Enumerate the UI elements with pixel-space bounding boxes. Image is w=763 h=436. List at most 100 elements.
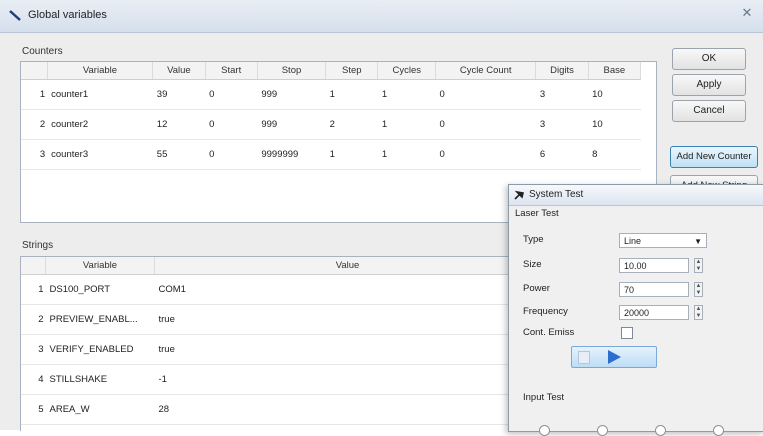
- column-header[interactable]: Step: [325, 62, 379, 80]
- type-select[interactable]: Line ▼: [619, 233, 707, 248]
- cell[interactable]: 0: [205, 139, 258, 170]
- input-indicator-2: [597, 425, 608, 436]
- pin-icon: [514, 190, 524, 200]
- strings-grid[interactable]: Variable Value 1 DS100_PORT COM1 2 PREVI…: [20, 256, 542, 431]
- cell[interactable]: 1: [377, 79, 436, 110]
- row-number: 1: [21, 79, 48, 110]
- cell[interactable]: 0: [205, 79, 258, 110]
- table-row[interactable]: 5 AREA_W 28: [21, 394, 541, 425]
- cell[interactable]: 6: [535, 139, 589, 170]
- power-input[interactable]: 70: [619, 282, 689, 297]
- power-spin-icon[interactable]: ▲ ▼: [694, 282, 703, 297]
- input-indicator-1: [539, 425, 550, 436]
- type-label: Type: [523, 234, 544, 245]
- close-icon[interactable]: ✕: [736, 4, 758, 22]
- window-title: Global variables: [28, 9, 107, 21]
- cell[interactable]: 1: [377, 139, 436, 170]
- row-number: 5: [21, 394, 46, 425]
- cell[interactable]: 3: [535, 109, 589, 140]
- add-new-counter-button[interactable]: Add New Counter: [670, 146, 758, 168]
- cell[interactable]: 0: [205, 109, 258, 140]
- cell[interactable]: counter1: [47, 79, 153, 110]
- system-test-dialog: System Test Laser Test Type Line ▼ Size …: [508, 184, 763, 436]
- cell[interactable]: true: [154, 304, 541, 335]
- column-header[interactable]: Digits: [535, 62, 589, 80]
- cell[interactable]: 3: [535, 79, 589, 110]
- frequency-label: Frequency: [523, 306, 568, 317]
- cell[interactable]: 55: [152, 139, 206, 170]
- cancel-button[interactable]: Cancel: [672, 100, 746, 122]
- app-icon: [9, 10, 21, 21]
- row-number: 4: [21, 364, 46, 395]
- frequency-spin-icon[interactable]: ▲ ▼: [694, 305, 703, 320]
- cell[interactable]: 1: [325, 139, 378, 170]
- cell[interactable]: COM1: [154, 274, 541, 305]
- cell[interactable]: STILLSHAKE: [45, 364, 155, 395]
- column-header[interactable]: Value: [154, 257, 541, 275]
- table-row[interactable]: 1 DS100_PORT COM1: [21, 274, 541, 305]
- table-row[interactable]: 1 counter1 39 0 999 1 1 0 3 10: [21, 79, 641, 110]
- column-header[interactable]: Stop: [257, 62, 327, 80]
- column-header[interactable]: Variable: [45, 257, 155, 275]
- cell[interactable]: 999: [257, 109, 326, 140]
- strings-table: Variable Value 1 DS100_PORT COM1 2 PREVI…: [21, 257, 541, 425]
- strings-label: Strings: [22, 240, 54, 251]
- table-row[interactable]: 2 PREVIEW_ENABL... true: [21, 304, 541, 335]
- row-number: 3: [21, 139, 48, 170]
- input-indicator-3: [655, 425, 666, 436]
- cont-emiss-checkbox[interactable]: [621, 327, 633, 339]
- cell[interactable]: 12: [152, 109, 206, 140]
- table-row[interactable]: 3 VERIFY_ENABLED true: [21, 334, 541, 365]
- chevron-down-icon: ▼: [694, 237, 702, 246]
- column-header[interactable]: Start: [205, 62, 258, 80]
- column-header[interactable]: Cycles: [377, 62, 437, 80]
- cell[interactable]: 9999999: [257, 139, 326, 170]
- frequency-input[interactable]: 20000: [619, 305, 689, 320]
- cell[interactable]: counter3: [47, 139, 153, 170]
- cell[interactable]: AREA_W: [45, 394, 155, 425]
- input-test-group-label: Input Test: [523, 392, 565, 403]
- cell[interactable]: counter2: [47, 109, 153, 140]
- cell[interactable]: 2: [325, 109, 378, 140]
- table-row[interactable]: 2 counter2 12 0 999 2 1 0 3 10: [21, 109, 641, 140]
- size-label: Size: [523, 259, 542, 270]
- column-header[interactable]: Variable: [47, 62, 154, 80]
- cell[interactable]: 0: [435, 79, 536, 110]
- cell[interactable]: 1: [377, 109, 436, 140]
- cell[interactable]: -1: [154, 364, 541, 395]
- laser-test-group-label: Laser Test: [515, 208, 559, 219]
- cell[interactable]: PREVIEW_ENABL...: [45, 304, 155, 335]
- title-bar[interactable]: Global variables ✕: [0, 0, 763, 33]
- cell[interactable]: DS100_PORT: [45, 274, 155, 305]
- row-number: 2: [21, 304, 46, 335]
- column-header[interactable]: Cycle Count: [435, 62, 537, 80]
- size-input[interactable]: 10.00: [619, 258, 689, 273]
- cell[interactable]: 1: [325, 79, 378, 110]
- cell[interactable]: 39: [152, 79, 206, 110]
- cell[interactable]: 10: [588, 79, 641, 110]
- cell[interactable]: 8: [588, 139, 641, 170]
- row-number: 3: [21, 334, 46, 365]
- cell[interactable]: VERIFY_ENABLED: [45, 334, 155, 365]
- column-header[interactable]: Base: [588, 62, 642, 80]
- strings-header-row: Variable Value: [21, 257, 541, 275]
- cell[interactable]: 28: [154, 394, 541, 425]
- dialog-title: System Test: [529, 189, 584, 200]
- dialog-title-bar[interactable]: System Test: [509, 185, 763, 206]
- play-icon: [608, 350, 621, 364]
- column-header[interactable]: Value: [152, 62, 206, 80]
- cell[interactable]: 999: [257, 79, 326, 110]
- table-row[interactable]: 4 STILLSHAKE -1: [21, 364, 541, 395]
- ok-button[interactable]: OK: [672, 48, 746, 70]
- start-test-button[interactable]: [571, 346, 657, 368]
- cell[interactable]: 0: [435, 139, 536, 170]
- row-number: 1: [21, 274, 46, 305]
- row-number: 2: [21, 109, 48, 140]
- cell[interactable]: 0: [435, 109, 536, 140]
- size-spin-icon[interactable]: ▲ ▼: [694, 258, 703, 273]
- apply-button[interactable]: Apply: [672, 74, 746, 96]
- table-row[interactable]: 3 counter3 55 0 9999999 1 1 0 6 8: [21, 139, 641, 170]
- cell[interactable]: 10: [588, 109, 641, 140]
- counters-header-row: Variable Value Start Stop Step Cycles Cy…: [21, 62, 642, 80]
- cell[interactable]: true: [154, 334, 541, 365]
